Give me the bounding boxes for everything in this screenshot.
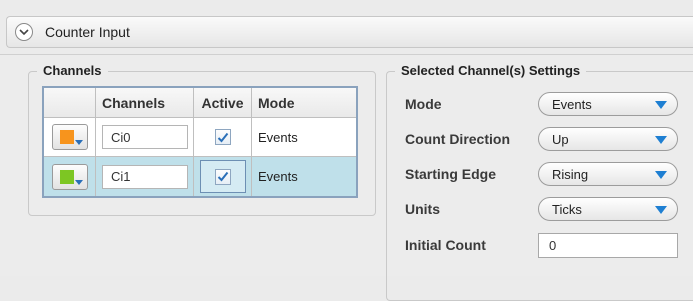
mode-label: Mode bbox=[405, 96, 442, 112]
channel-name-field[interactable]: Ci1 bbox=[102, 164, 188, 189]
dropdown-arrow-icon bbox=[655, 136, 667, 144]
col-channels[interactable]: Channels bbox=[96, 88, 194, 117]
count-direction-dropdown[interactable]: Up bbox=[538, 127, 678, 151]
units-dropdown[interactable]: Ticks bbox=[538, 197, 678, 221]
table-row[interactable]: Ci0 Events bbox=[44, 118, 356, 157]
active-checkbox[interactable] bbox=[214, 168, 231, 185]
col-color bbox=[44, 88, 96, 117]
col-active[interactable]: Active bbox=[194, 88, 252, 117]
table-header: Channels Active Mode bbox=[44, 88, 356, 118]
col-mode[interactable]: Mode bbox=[252, 88, 356, 117]
checkmark-icon bbox=[217, 132, 228, 142]
table-row[interactable]: Ci1 Events bbox=[44, 157, 356, 196]
checkmark-icon bbox=[217, 171, 228, 182]
units-value: Ticks bbox=[552, 202, 582, 217]
color-swatch bbox=[59, 130, 74, 144]
mode-value: Events bbox=[552, 97, 592, 112]
starting-edge-dropdown[interactable]: Rising bbox=[538, 162, 678, 186]
starting-edge-label: Starting Edge bbox=[405, 166, 497, 182]
mode-dropdown[interactable]: Events bbox=[538, 92, 678, 116]
dropdown-arrow-icon bbox=[655, 206, 667, 214]
dropdown-arrow-icon bbox=[655, 101, 667, 109]
units-label: Units bbox=[405, 201, 440, 217]
settings-group-title: Selected Channel(s) Settings bbox=[395, 63, 587, 78]
channel-name-field[interactable]: Ci0 bbox=[102, 125, 188, 149]
color-picker-button[interactable] bbox=[51, 163, 88, 190]
section-title: Counter Input bbox=[45, 24, 130, 40]
color-picker-button[interactable] bbox=[51, 124, 88, 150]
dropdown-arrow-icon bbox=[74, 179, 83, 185]
mode-cell: Events bbox=[258, 129, 298, 145]
initial-count-label: Initial Count bbox=[405, 237, 486, 253]
channels-table: Channels Active Mode Ci0 Events Ci1 Even… bbox=[42, 86, 358, 198]
active-cell-focus bbox=[199, 160, 246, 193]
section-header: Counter Input bbox=[0, 0, 693, 55]
dropdown-arrow-icon bbox=[74, 140, 83, 145]
starting-edge-value: Rising bbox=[552, 167, 589, 182]
count-direction-label: Count Direction bbox=[405, 131, 510, 147]
channels-group-title: Channels bbox=[37, 63, 108, 78]
chevron-down-icon[interactable] bbox=[15, 23, 33, 41]
dropdown-arrow-icon bbox=[655, 171, 667, 179]
active-checkbox[interactable] bbox=[214, 129, 231, 145]
mode-cell: Events bbox=[258, 169, 298, 184]
counter-input-bar[interactable]: Counter Input bbox=[6, 16, 693, 48]
initial-count-input[interactable]: 0 bbox=[538, 233, 678, 258]
count-direction-value: Up bbox=[552, 132, 569, 147]
color-swatch bbox=[59, 169, 74, 184]
